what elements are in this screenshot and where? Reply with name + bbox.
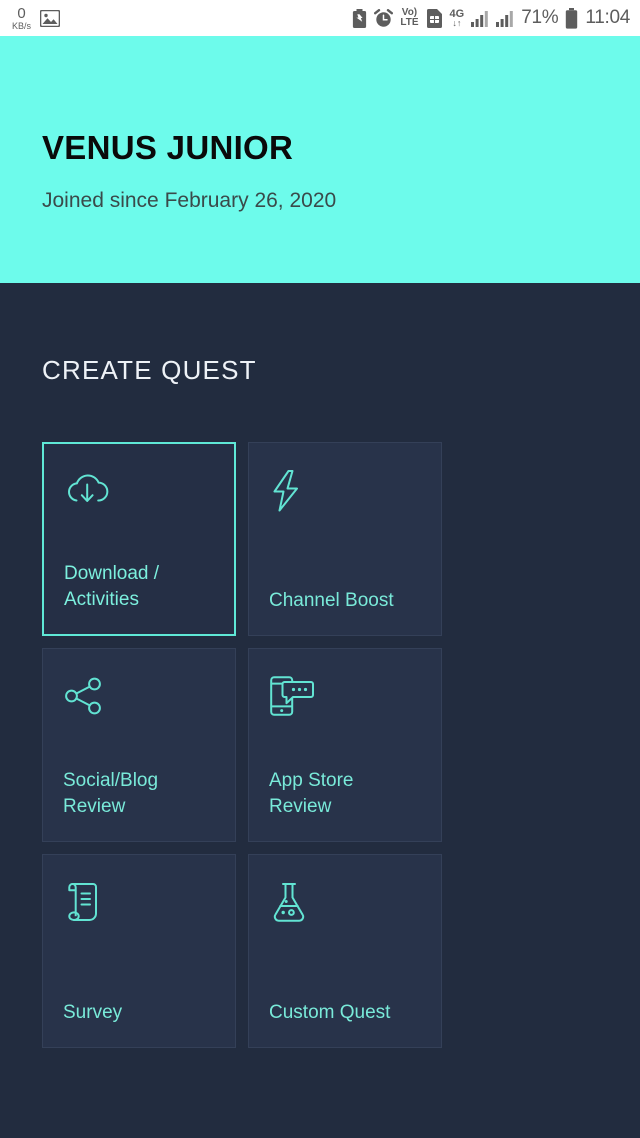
quest-card-survey[interactable]: Survey xyxy=(42,854,236,1048)
phone-chat-icon xyxy=(269,675,421,727)
quest-card-social-blog-review[interactable]: Social/Blog Review xyxy=(42,648,236,842)
status-bar: 0 KB/s Vo) LTE 4G ↓↑ 71% 11:04 xyxy=(0,0,640,36)
quest-type-grid: Download / Activities Channel Boost Soci… xyxy=(42,442,442,1048)
battery-percentage: 71% xyxy=(521,7,559,28)
share-nodes-icon xyxy=(63,675,215,727)
quest-card-download-activities[interactable]: Download / Activities xyxy=(42,442,236,636)
network-speed-indicator: 0 KB/s xyxy=(12,6,31,31)
status-bar-right: Vo) LTE 4G ↓↑ 71% 11:04 xyxy=(352,7,630,29)
scroll-document-icon xyxy=(63,881,215,933)
alarm-clock-icon xyxy=(374,8,394,28)
profile-header: VENUS JUNIOR Joined since February 26, 2… xyxy=(0,36,640,283)
clock: 11:04 xyxy=(585,7,630,28)
page-title: CREATE QUEST xyxy=(42,355,257,385)
network-type-indicator: 4G ↓↑ xyxy=(450,8,465,28)
battery-icon xyxy=(565,7,578,29)
quest-card-label: Social/Blog Review xyxy=(63,770,159,817)
sim-card-icon xyxy=(426,8,443,28)
quest-card-label: Survey xyxy=(63,1001,123,1023)
volte-icon: Vo) LTE xyxy=(400,7,419,28)
status-bar-left: 0 KB/s xyxy=(12,6,61,31)
quest-card-label: Download / Activities xyxy=(64,563,160,610)
network-speed-unit: KB/s xyxy=(12,20,32,31)
profile-joined-date: Joined since February 26, 2020 xyxy=(42,188,337,212)
lightning-bolt-icon xyxy=(269,469,421,521)
quest-card-channel-boost[interactable]: Channel Boost xyxy=(248,442,442,636)
volte-line-2: LTE xyxy=(400,17,419,28)
quest-card-label: Channel Boost xyxy=(269,589,394,611)
signal-bars-icon xyxy=(496,10,514,27)
flask-icon xyxy=(269,881,421,933)
quest-card-custom-quest[interactable]: Custom Quest xyxy=(248,854,442,1048)
main-content: CREATE QUEST Download / Activities Chann… xyxy=(0,283,640,1048)
quest-card-app-store-review[interactable]: App Store Review xyxy=(248,648,442,842)
image-icon xyxy=(40,9,61,27)
cloud-download-icon xyxy=(64,470,214,522)
profile-name: VENUS JUNIOR xyxy=(42,128,294,166)
data-transfer-arrows: ↓↑ xyxy=(452,17,462,28)
quest-card-label: Custom Quest xyxy=(269,1001,391,1023)
quest-card-label: App Store Review xyxy=(269,770,354,817)
battery-saver-icon xyxy=(352,8,367,28)
network-speed-value: 0 xyxy=(17,4,26,22)
signal-bars-icon xyxy=(471,10,489,27)
